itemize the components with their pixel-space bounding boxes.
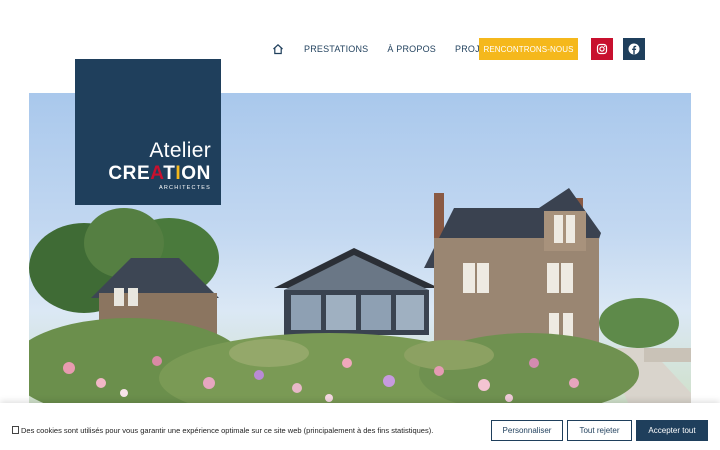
cookie-message: Des cookies sont utilisés pour vous gara… xyxy=(12,426,433,435)
logo[interactable]: Atelier CREATION ARCHITECTES xyxy=(75,59,221,205)
logo-architectes-text: ARCHITECTES xyxy=(158,185,211,191)
logo-creation-part: T xyxy=(163,163,176,184)
home-icon[interactable] xyxy=(272,42,286,56)
instagram-icon[interactable] xyxy=(591,38,613,60)
nav-item-a-propos[interactable]: À PROPOS xyxy=(387,44,436,54)
nav-item-prestations[interactable]: PRESTATIONS xyxy=(304,44,368,54)
logo-atelier-text: Atelier xyxy=(149,139,211,162)
cookie-message-text: Des cookies sont utilisés pour vous gara… xyxy=(21,426,434,435)
personalize-button[interactable]: Personnaliser xyxy=(491,420,563,441)
logo-creation-part: CRE xyxy=(108,163,151,184)
facebook-icon[interactable] xyxy=(623,38,645,60)
cookie-banner: Des cookies sont utilisés pour vous gara… xyxy=(0,403,720,450)
contact-cta-button[interactable]: RENCONTRONS-NOUS xyxy=(479,38,578,60)
reject-all-button[interactable]: Tout rejeter xyxy=(567,420,632,441)
accept-all-button[interactable]: Accepter tout xyxy=(636,420,708,441)
cookie-icon xyxy=(12,426,19,434)
logo-creation-part: ON xyxy=(181,163,211,184)
logo-creation-accent-a: A xyxy=(150,163,164,184)
logo-creation-text: CREATION xyxy=(108,163,211,185)
